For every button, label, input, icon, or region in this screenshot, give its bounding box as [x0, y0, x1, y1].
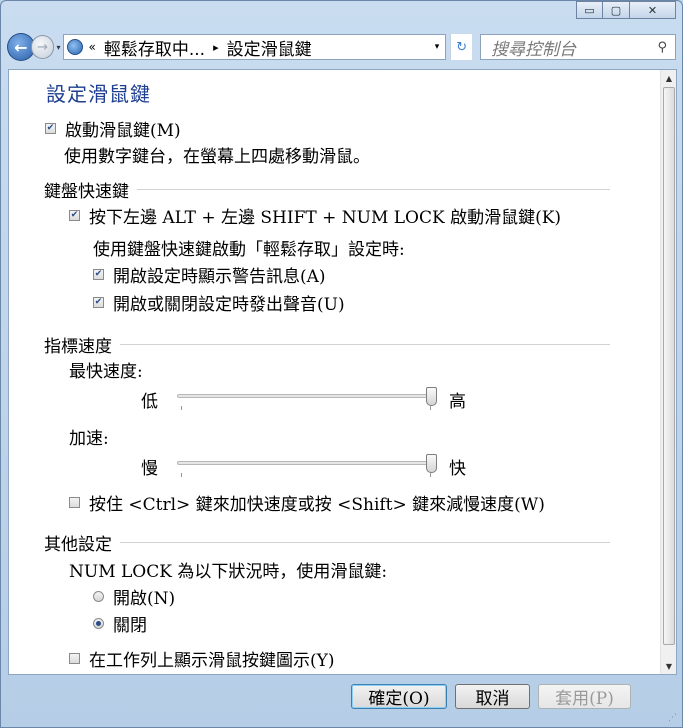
settings-panel: 設定滑鼠鍵 ✔ 啟動滑鼠鍵(M) 使用數字鍵台，在螢幕上四處移動滑鼠。 鍵盤快速…: [8, 69, 677, 675]
maximize-button[interactable]: ▢: [603, 1, 630, 19]
arrow-right-icon: →: [37, 39, 49, 55]
caption-buttons: ▭ ▢ ✕: [576, 1, 676, 19]
slider-tick: [181, 473, 182, 477]
radio-selected-dot: [96, 621, 101, 626]
resize-grip-icon[interactable]: ⋰: [668, 713, 680, 725]
show-warning-label: 開啟設定時顯示警告訊息(A): [113, 267, 326, 287]
group-pointer-speed: 指標速度: [44, 332, 610, 357]
close-button[interactable]: ✕: [630, 1, 676, 19]
scroll-up-button[interactable]: ▲: [661, 70, 676, 86]
group-heading: 其他設定: [44, 535, 112, 555]
play-sound-label: 開啟或關閉設定時發出聲音(U): [113, 295, 345, 315]
slider-tick: [430, 406, 431, 410]
arrow-left-icon: ←: [14, 37, 28, 57]
address-bar[interactable]: « 輕鬆存取中... ▸ 設定滑鼠鍵 ▾: [62, 34, 447, 60]
control-panel-icon: [66, 39, 83, 55]
refresh-button[interactable]: ↻: [450, 34, 473, 60]
group-divider: [137, 189, 610, 190]
top-speed-low-label: 低: [141, 392, 158, 412]
search-input[interactable]: 搜尋控制台 ⚲: [480, 34, 676, 60]
show-warning-checkbox[interactable]: ✔ 開啟設定時顯示警告訊息(A): [93, 262, 326, 287]
accel-fast-label: 快: [449, 459, 466, 479]
checkbox-box[interactable]: ✔: [45, 123, 56, 134]
acceleration-slider-track[interactable]: [177, 461, 437, 465]
group-other-settings: 其他設定: [44, 530, 610, 555]
address-dropdown-icon[interactable]: ▾: [435, 42, 440, 52]
minimize-button[interactable]: ▭: [576, 1, 603, 19]
checkbox-box[interactable]: [69, 497, 80, 508]
numlock-heading: NUM LOCK 為以下狀況時，使用滑鼠鍵:: [69, 562, 388, 582]
search-placeholder: 搜尋控制台: [491, 39, 577, 60]
group-divider: [120, 542, 610, 543]
breadcrumb-overflow[interactable]: «: [89, 40, 96, 54]
ctrl-shift-speed-label: 按住 <Ctrl> 鍵來加快速度或按 <Shift> 鍵來減慢速度(W): [89, 495, 545, 515]
shortcut-sub-heading: 使用鍵盤快速鍵啟動「輕鬆存取」設定時:: [93, 240, 405, 260]
group-keyboard-shortcut: 鍵盤快速鍵: [44, 177, 610, 202]
refresh-icon: ↻: [456, 39, 468, 55]
shortcut-toggle-checkbox[interactable]: ✔ 按下左邊 ALT + 左邊 SHIFT + NUM LOCK 啟動滑鼠鍵(K…: [69, 203, 561, 228]
enable-mousekeys-label: 啟動滑鼠鍵(M): [65, 121, 181, 141]
cancel-button[interactable]: 取消: [455, 684, 530, 709]
slider-tick: [430, 473, 431, 477]
acceleration-label: 加速:: [69, 429, 109, 449]
breadcrumb-separator-icon[interactable]: ▸: [213, 41, 219, 54]
taskbar-icon-checkbox[interactable]: 在工作列上顯示滑鼠按鍵圖示(Y): [69, 646, 335, 671]
group-heading: 鍵盤快速鍵: [44, 182, 129, 202]
checkbox-box[interactable]: ✔: [69, 210, 80, 221]
top-speed-label: 最快速度:: [69, 362, 143, 382]
search-icon[interactable]: ⚲: [657, 40, 667, 55]
breadcrumb-ease-of-access-center[interactable]: 輕鬆存取中...: [104, 35, 205, 60]
apply-button[interactable]: 套用(P): [538, 684, 631, 709]
scrollbar-thumb[interactable]: [663, 87, 675, 645]
top-speed-high-label: 高: [449, 392, 466, 412]
control-panel-window: ▭ ▢ ✕ ← → ▾ « 輕鬆存取中... ▸ 設定滑鼠鍵 ▾ ↻ 搜尋控制台…: [0, 0, 683, 728]
vertical-scrollbar[interactable]: ▲ ▼: [660, 70, 676, 674]
shortcut-toggle-label: 按下左邊 ALT + 左邊 SHIFT + NUM LOCK 啟動滑鼠鍵(K): [89, 208, 562, 228]
numlock-on-radio[interactable]: 開啟(N): [93, 584, 175, 609]
navigation-bar: ← → ▾ « 輕鬆存取中... ▸ 設定滑鼠鍵 ▾ ↻ 搜尋控制台 ⚲: [7, 30, 676, 64]
checkbox-box[interactable]: ✔: [93, 297, 104, 308]
radio-button[interactable]: [93, 618, 104, 629]
group-heading: 指標速度: [44, 337, 112, 357]
ok-button[interactable]: 確定(O): [351, 684, 447, 709]
checkbox-box[interactable]: [69, 653, 80, 664]
checkbox-box[interactable]: ✔: [93, 269, 104, 280]
top-speed-slider-track[interactable]: [177, 394, 437, 398]
group-divider: [120, 344, 610, 345]
accel-slow-label: 慢: [141, 459, 158, 479]
acceleration-slider-thumb[interactable]: [425, 454, 437, 473]
enable-mousekeys-description: 使用數字鍵台，在螢幕上四處移動滑鼠。: [64, 147, 370, 167]
address-controls: ▾: [435, 42, 446, 52]
breadcrumb-current[interactable]: 設定滑鼠鍵: [227, 35, 312, 60]
numlock-off-label: 關閉: [113, 616, 147, 636]
taskbar-icon-label: 在工作列上顯示滑鼠按鍵圖示(Y): [89, 651, 335, 671]
forward-button[interactable]: →: [30, 35, 55, 59]
page-title: 設定滑鼠鍵: [46, 82, 151, 106]
ctrl-shift-speed-checkbox[interactable]: 按住 <Ctrl> 鍵來加快速度或按 <Shift> 鍵來減慢速度(W): [69, 490, 545, 515]
slider-tick: [181, 406, 182, 410]
recent-pages-dropdown[interactable]: ▾: [56, 43, 60, 52]
play-sound-checkbox[interactable]: ✔ 開啟或關閉設定時發出聲音(U): [93, 290, 345, 315]
numlock-on-label: 開啟(N): [113, 589, 176, 609]
enable-mousekeys-checkbox[interactable]: ✔ 啟動滑鼠鍵(M): [45, 116, 181, 141]
scroll-down-button[interactable]: ▼: [661, 658, 676, 674]
radio-button[interactable]: [93, 591, 104, 602]
top-speed-slider-thumb[interactable]: [425, 387, 437, 406]
numlock-off-radio[interactable]: 關閉: [93, 611, 147, 636]
